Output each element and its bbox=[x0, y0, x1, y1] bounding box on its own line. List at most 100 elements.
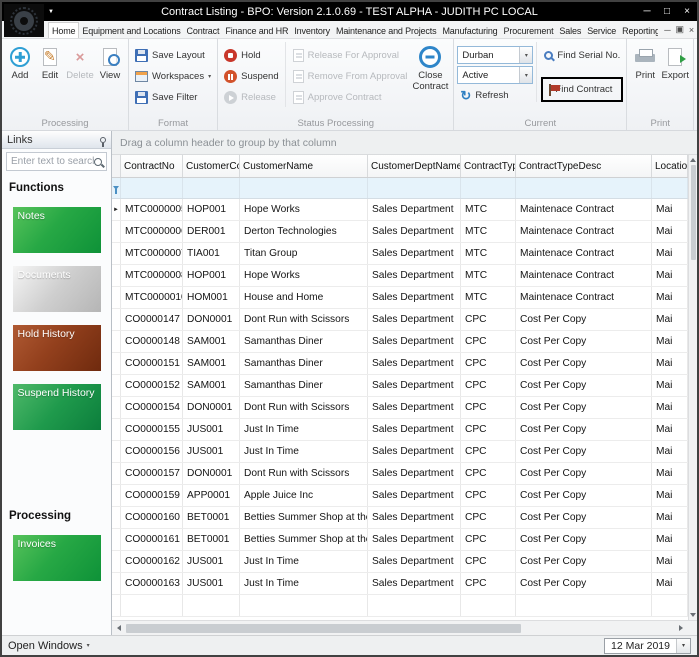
close-contract-button[interactable]: Close Contract bbox=[410, 42, 450, 93]
branch-select[interactable]: Durban ▾ bbox=[457, 46, 533, 64]
table-row[interactable]: CO0000154DON0001Dont Run with ScissorsSa… bbox=[112, 397, 688, 419]
cell-contractno: CO0000148 bbox=[121, 331, 183, 352]
refresh-button[interactable]: ↻ Refresh bbox=[457, 86, 533, 105]
vertical-scroll-thumb[interactable] bbox=[691, 165, 696, 260]
edit-button[interactable]: Edit bbox=[35, 42, 65, 82]
find-contract-button[interactable]: Find Contract bbox=[546, 80, 618, 99]
table-row[interactable]: CO0000163JUS001Just In TimeSales Departm… bbox=[112, 573, 688, 595]
scroll-up-button[interactable] bbox=[690, 155, 696, 165]
cell-customerdeptname: Sales Department bbox=[368, 331, 461, 352]
table-row[interactable]: CO0000151SAM001Samanthas DinerSales Depa… bbox=[112, 353, 688, 375]
minimize-button[interactable]: ─ bbox=[637, 6, 657, 17]
table-row[interactable]: CO0000152SAM001Samanthas DinerSales Depa… bbox=[112, 375, 688, 397]
column-header-contracttype[interactable]: ContractType bbox=[461, 155, 516, 177]
filter-cell-contracttype[interactable] bbox=[461, 178, 516, 198]
tab-inventory[interactable]: Inventory bbox=[291, 23, 333, 38]
horizontal-scroll-thumb[interactable] bbox=[126, 624, 521, 633]
table-row[interactable]: CO0000162JUS001Just In TimeSales Departm… bbox=[112, 551, 688, 573]
table-row[interactable]: CO0000159APP0001Apple Juice IncSales Dep… bbox=[112, 485, 688, 507]
scroll-down-button[interactable] bbox=[690, 610, 696, 620]
mdi-close-button[interactable]: × bbox=[689, 25, 694, 35]
hold-icon bbox=[224, 49, 237, 62]
branch-dropdown-button[interactable]: ▾ bbox=[519, 47, 532, 63]
tile-suspend-history[interactable]: Suspend History bbox=[13, 384, 101, 430]
view-button[interactable]: View bbox=[95, 42, 125, 82]
column-header-customerdeptname[interactable]: CustomerDeptName bbox=[368, 155, 461, 177]
tab-home[interactable]: Home bbox=[48, 22, 79, 38]
find-serial-button[interactable]: Find Serial No. bbox=[541, 46, 623, 65]
group-by-panel[interactable]: Drag a column header to group by that co… bbox=[112, 131, 697, 155]
scroll-right-button[interactable] bbox=[676, 625, 686, 631]
filter-cell-locatio[interactable] bbox=[652, 178, 688, 198]
open-windows-dropdown[interactable]: Open Windows ▾ bbox=[8, 640, 90, 652]
horizontal-scrollbar[interactable] bbox=[112, 620, 697, 635]
table-row[interactable]: CO0000161BET0001Betties Summer Shop at t… bbox=[112, 529, 688, 551]
column-header-customername[interactable]: CustomerName bbox=[240, 155, 368, 177]
column-header-locatio[interactable]: Locatio bbox=[652, 155, 688, 177]
filter-cell-customercode[interactable] bbox=[183, 178, 240, 198]
column-header-contractno[interactable]: ContractNo bbox=[121, 155, 183, 177]
table-row[interactable]: CO0000148SAM001Samanthas DinerSales Depa… bbox=[112, 331, 688, 353]
tab-procurement[interactable]: Procurement bbox=[501, 23, 557, 38]
table-row[interactable]: ►MTC0000005HOP001Hope WorksSales Departm… bbox=[112, 199, 688, 221]
save-layout-button[interactable]: Save Layout bbox=[132, 46, 214, 65]
mdi-minimize-button[interactable]: ─ bbox=[664, 25, 670, 35]
column-header-customercode[interactable]: CustomerCode bbox=[183, 155, 240, 177]
release-for-approval-button[interactable]: Release For Approval bbox=[290, 46, 411, 65]
filter-cell-contractno[interactable] bbox=[121, 178, 183, 198]
gear-icon bbox=[14, 11, 34, 31]
vertical-scrollbar[interactable] bbox=[688, 155, 697, 620]
workspaces-button[interactable]: Workspaces ▾ bbox=[132, 67, 214, 86]
scroll-left-button[interactable] bbox=[114, 625, 124, 631]
view-label: View bbox=[100, 71, 120, 82]
table-row[interactable]: MTC0000006DER001Derton TechnologiesSales… bbox=[112, 221, 688, 243]
add-button[interactable]: Add bbox=[5, 42, 35, 82]
tab-manufacturing[interactable]: Manufacturing bbox=[439, 23, 500, 38]
filter-cell-customername[interactable] bbox=[240, 178, 368, 198]
cell-customercode: SAM001 bbox=[183, 353, 240, 374]
maximize-button[interactable]: □ bbox=[657, 6, 677, 17]
suspend-button[interactable]: Suspend bbox=[221, 67, 282, 86]
tile-hold-history[interactable]: Hold History bbox=[13, 325, 101, 371]
date-picker[interactable]: 12 Mar 2019 ▾ bbox=[604, 638, 691, 654]
quick-access-dropdown-icon[interactable]: ▼ bbox=[48, 9, 54, 15]
table-row[interactable]: MTC0000007TIA001Titan GroupSales Departm… bbox=[112, 243, 688, 265]
status-select[interactable]: Active ▾ bbox=[457, 66, 533, 84]
mdi-restore-button[interactable]: ▣ bbox=[676, 24, 684, 35]
table-row[interactable]: CO0000157DON0001Dont Run with ScissorsSa… bbox=[112, 463, 688, 485]
export-button[interactable]: Export bbox=[660, 42, 690, 82]
release-button[interactable]: Release bbox=[221, 88, 282, 107]
pin-button[interactable] bbox=[100, 134, 106, 146]
filter-cell-contracttypedesc[interactable] bbox=[516, 178, 652, 198]
status-dropdown-button[interactable]: ▾ bbox=[519, 67, 532, 83]
tab-sales[interactable]: Sales bbox=[556, 23, 584, 38]
table-row[interactable]: CO0000147DON0001Dont Run with ScissorsSa… bbox=[112, 309, 688, 331]
cell-customercode: DON0001 bbox=[183, 397, 240, 418]
approve-contract-button[interactable]: Approve Contract bbox=[290, 88, 411, 107]
tab-service[interactable]: Service bbox=[584, 23, 619, 38]
hold-button[interactable]: Hold bbox=[221, 46, 282, 65]
tab-maintenance-and-projects[interactable]: Maintenance and Projects bbox=[333, 23, 439, 38]
table-row[interactable]: MTC0000008HOP001Hope WorksSales Departme… bbox=[112, 265, 688, 287]
close-button[interactable]: × bbox=[677, 6, 697, 17]
tile-invoices[interactable]: Invoices bbox=[13, 535, 101, 581]
save-filter-button[interactable]: Save Filter bbox=[132, 88, 214, 107]
tab-equipment-and-locations[interactable]: Equipment and Locations bbox=[79, 23, 183, 38]
remove-from-approval-button[interactable]: Remove From Approval bbox=[290, 67, 411, 86]
tile-documents[interactable]: Documents bbox=[13, 266, 101, 312]
column-header-contracttypedesc[interactable]: ContractTypeDesc bbox=[516, 155, 652, 177]
cell-contracttypedesc: Cost Per Copy bbox=[516, 375, 652, 396]
tab-finance-and-hr[interactable]: Finance and HR bbox=[222, 23, 291, 38]
delete-button[interactable]: × Delete bbox=[65, 42, 95, 82]
print-button[interactable]: Print bbox=[630, 42, 660, 82]
tile-notes[interactable]: Notes bbox=[13, 207, 101, 253]
table-row[interactable]: CO0000156JUS001Just In TimeSales Departm… bbox=[112, 441, 688, 463]
tab-reporting[interactable]: Reporting bbox=[619, 23, 663, 38]
tab-contract[interactable]: Contract bbox=[184, 23, 223, 38]
search-input[interactable] bbox=[11, 156, 94, 167]
table-row[interactable]: CO0000160BET0001Betties Summer Shop at t… bbox=[112, 507, 688, 529]
table-row[interactable]: CO0000155JUS001Just In TimeSales Departm… bbox=[112, 419, 688, 441]
date-dropdown-button[interactable]: ▾ bbox=[676, 639, 690, 653]
table-row[interactable]: MTC0000010HOM001House and HomeSales Depa… bbox=[112, 287, 688, 309]
filter-cell-customerdeptname[interactable] bbox=[368, 178, 461, 198]
